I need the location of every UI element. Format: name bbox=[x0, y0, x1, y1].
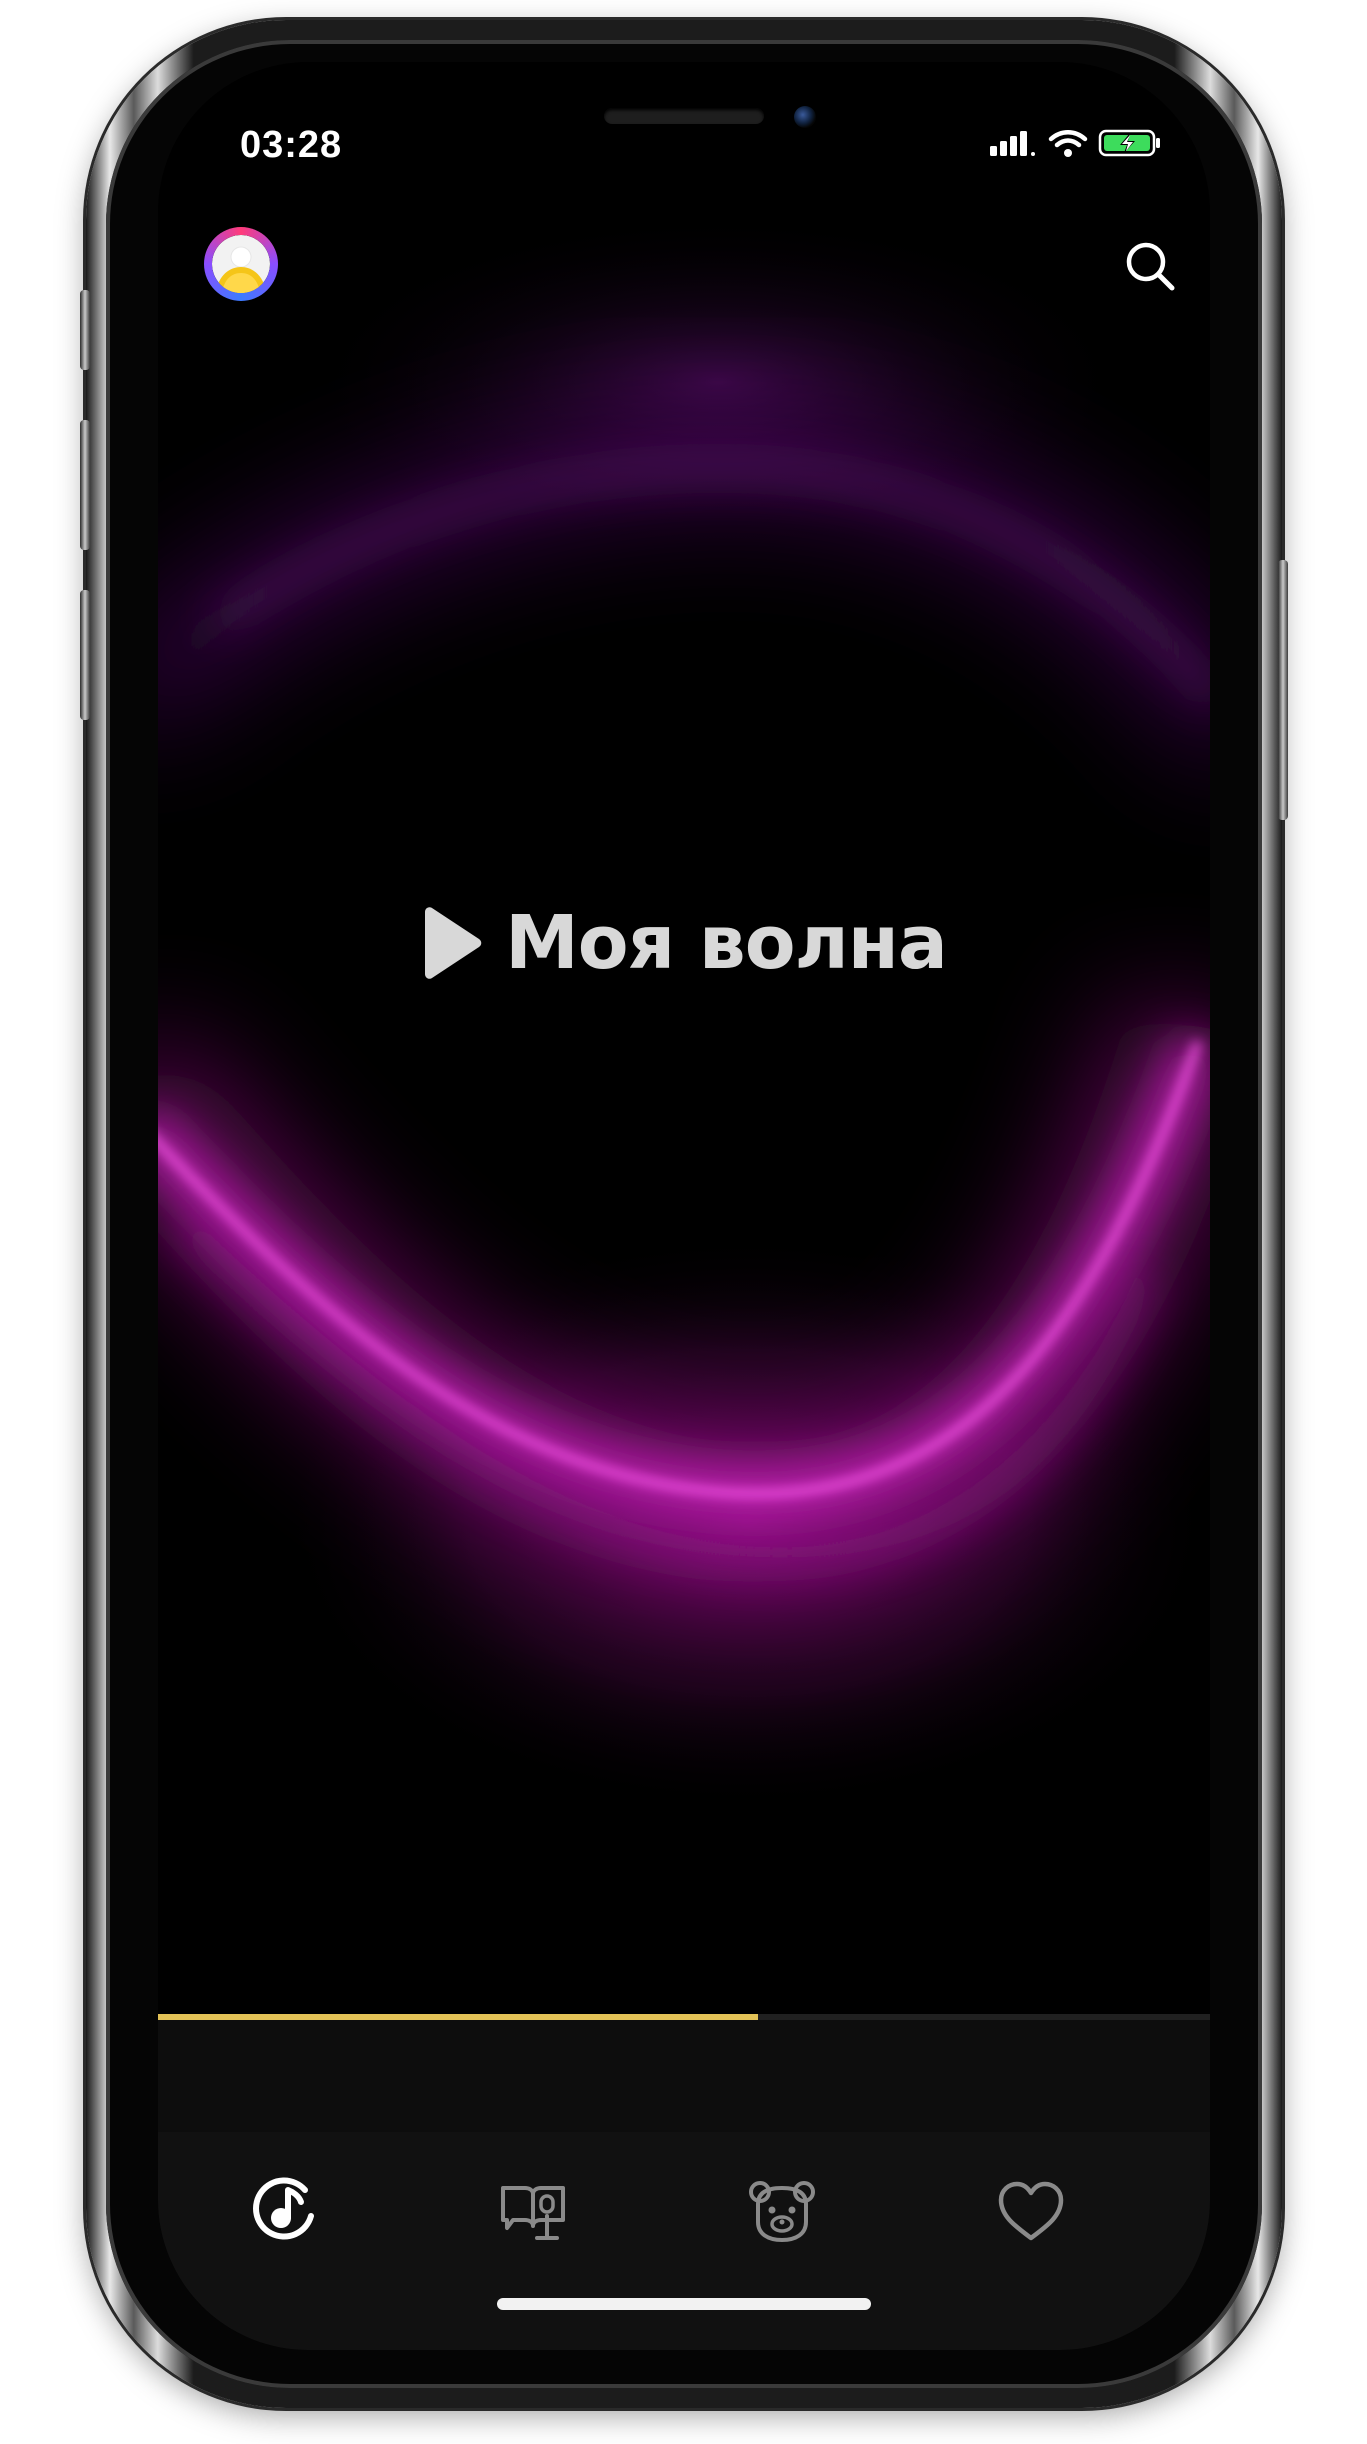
power-button bbox=[1278, 560, 1288, 820]
volume-up-button bbox=[80, 420, 90, 550]
volume-down-button bbox=[80, 590, 90, 720]
tab-kids[interactable] bbox=[734, 2164, 830, 2260]
mini-player[interactable] bbox=[158, 2020, 1210, 2132]
status-time: 03:28 bbox=[240, 124, 343, 166]
tab-podcasts-books[interactable] bbox=[485, 2164, 581, 2260]
battery-charging-icon bbox=[1098, 129, 1160, 157]
wifi-icon bbox=[1048, 130, 1088, 157]
avatar-image bbox=[212, 235, 270, 293]
tab-bar bbox=[158, 2132, 1210, 2350]
screen: 03:28 Моя волна bbox=[158, 62, 1210, 2350]
music-note-disc-icon bbox=[253, 2177, 314, 2240]
my-wave-title: Моя волна bbox=[505, 900, 948, 986]
tab-collection[interactable] bbox=[983, 2164, 1079, 2260]
avatar-person-icon bbox=[212, 235, 270, 293]
search-button[interactable] bbox=[1122, 238, 1178, 294]
profile-avatar[interactable] bbox=[204, 227, 278, 301]
tab-home[interactable] bbox=[237, 2164, 333, 2260]
play-icon bbox=[425, 907, 482, 979]
mute-switch bbox=[80, 290, 90, 370]
kids-bear-icon bbox=[749, 2181, 815, 2243]
heart-icon bbox=[998, 2181, 1064, 2241]
status-icons bbox=[990, 128, 1162, 158]
earpiece-speaker bbox=[604, 108, 764, 124]
wave-background bbox=[158, 212, 1210, 1812]
front-camera bbox=[794, 106, 816, 128]
my-wave-play-button[interactable]: Моя волна bbox=[158, 900, 1210, 986]
home-indicator[interactable] bbox=[497, 2298, 871, 2310]
search-icon bbox=[1126, 242, 1175, 291]
podcasts-book-icon bbox=[501, 2186, 565, 2240]
cellular-signal-icon bbox=[990, 131, 1035, 156]
